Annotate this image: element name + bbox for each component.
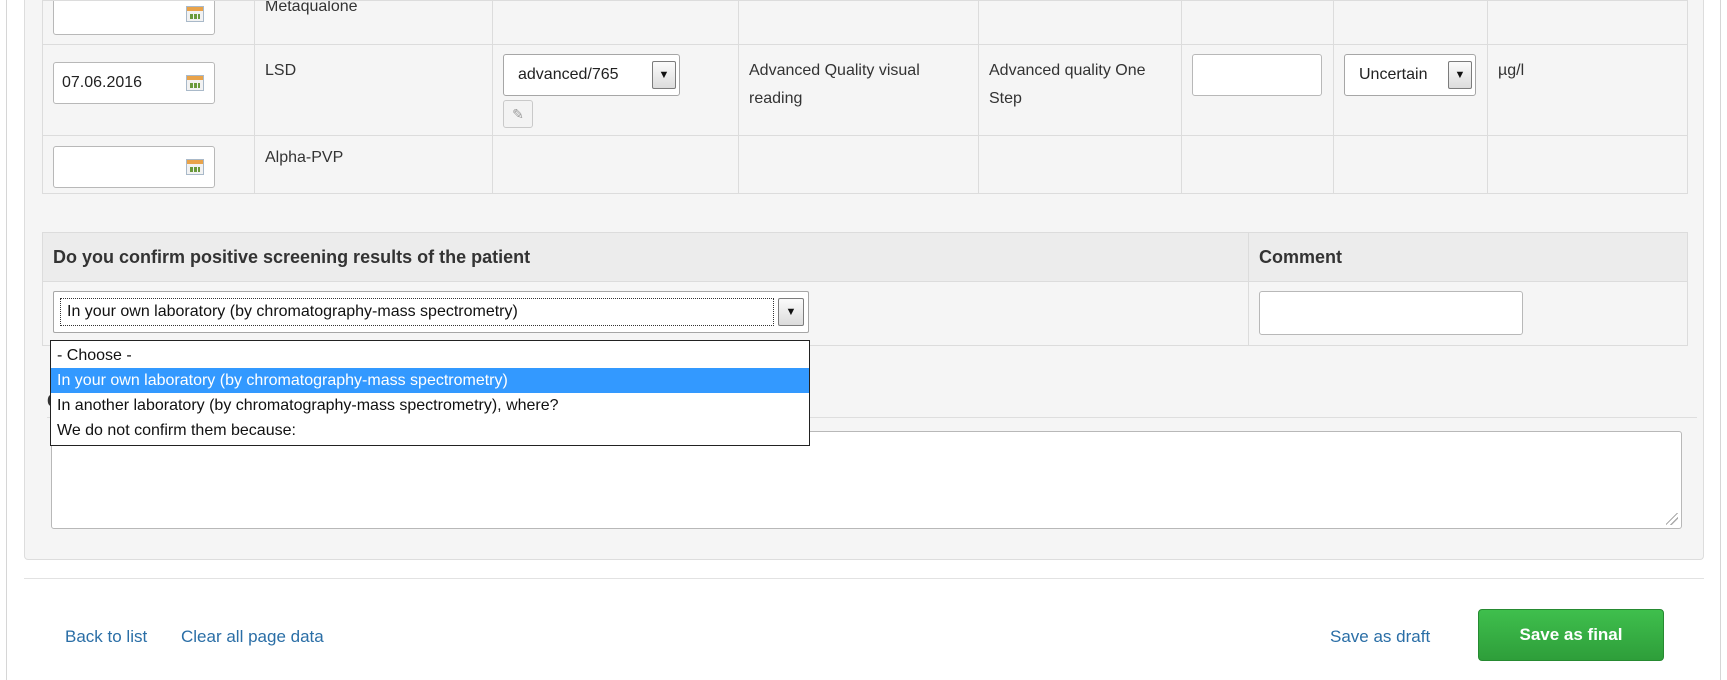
footer: Back to list Clear all page data Save as… <box>24 578 1704 674</box>
option-choose[interactable]: - Choose - <box>51 343 809 368</box>
chevron-down-icon[interactable]: ▼ <box>778 298 804 327</box>
date-field[interactable] <box>53 146 215 188</box>
results-panel: Metaqualone 07.06.2016 LSD advanced/765 … <box>24 0 1704 560</box>
kit-select[interactable]: advanced/765 ▼ <box>503 54 680 96</box>
comment-header: Comment <box>1248 231 1688 283</box>
substance-name: Metaqualone <box>265 0 358 16</box>
resize-grip-icon[interactable] <box>1666 513 1678 525</box>
calendar-icon[interactable] <box>186 159 204 175</box>
substance-row-metaqualone: Metaqualone <box>42 0 1688 45</box>
substance-table: Metaqualone 07.06.2016 LSD advanced/765 … <box>42 0 1688 194</box>
date-field[interactable]: 07.06.2016 <box>53 62 215 104</box>
save-as-final-button[interactable]: Save as final <box>1478 609 1664 661</box>
option-not-confirm[interactable]: We do not confirm them because: <box>51 418 809 443</box>
back-to-list-link[interactable]: Back to list <box>65 627 147 647</box>
comment-input[interactable] <box>1259 291 1523 336</box>
method-text: Advanced Quality visual reading <box>749 62 920 107</box>
substance-name: LSD <box>265 62 297 79</box>
save-as-draft-link[interactable]: Save as draft <box>1330 627 1430 647</box>
result-input[interactable] <box>1192 54 1322 96</box>
substance-row-lsd: 07.06.2016 LSD advanced/765 ▼ ✎ Advanced… <box>42 44 1688 136</box>
calendar-icon[interactable] <box>186 6 204 22</box>
confirm-options-list: - Choose - In your own laboratory (by ch… <box>50 340 810 446</box>
calendar-icon[interactable] <box>186 75 204 91</box>
edit-icon[interactable]: ✎ <box>503 100 533 128</box>
date-field[interactable] <box>53 1 215 35</box>
substance-name: Alpha-PVP <box>265 149 344 166</box>
option-another-laboratory[interactable]: In another laboratory (by chromatography… <box>51 393 809 418</box>
confirmation-table: Do you confirm positive screening result… <box>42 231 1688 346</box>
interpretation-select[interactable]: Uncertain ▼ <box>1344 54 1476 96</box>
confirm-select[interactable]: In your own laboratory (by chromatograph… <box>53 291 809 334</box>
chevron-down-icon[interactable]: ▼ <box>652 61 676 89</box>
analyzer-text: Advanced quality One Step <box>989 62 1146 107</box>
substance-row-alpha-pvp: Alpha-PVP <box>42 135 1688 194</box>
unit-text: µg/l <box>1498 62 1525 79</box>
confirm-question-header: Do you confirm positive screening result… <box>42 231 1249 283</box>
option-own-laboratory[interactable]: In your own laboratory (by chromatograph… <box>51 368 809 393</box>
chevron-down-icon[interactable]: ▼ <box>1448 61 1472 89</box>
clear-page-data-link[interactable]: Clear all page data <box>181 627 324 647</box>
